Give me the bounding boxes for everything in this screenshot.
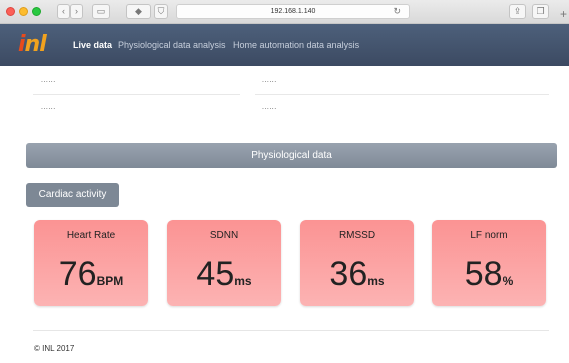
placeholder-value: ......	[262, 77, 277, 84]
cardiac-activity-button[interactable]: Cardiac activity	[26, 183, 119, 207]
card-unit: BPM	[96, 274, 124, 288]
divider	[33, 94, 240, 95]
card-title: Heart Rate	[66, 230, 116, 241]
footer-divider	[33, 330, 549, 331]
metric-card-sdnn: SDNN 45ms	[167, 220, 281, 306]
placeholder-value: ......	[41, 77, 56, 84]
forward-button[interactable]: ›	[70, 4, 83, 19]
metric-card-lf-norm: LF norm 58%	[432, 220, 546, 306]
card-value: 76BPM	[58, 255, 124, 293]
card-value: 36ms	[329, 255, 385, 293]
card-value: 58%	[464, 255, 514, 293]
new-tab-icon[interactable]: +	[560, 8, 567, 20]
card-unit: %	[502, 274, 514, 288]
card-title: LF norm	[470, 230, 508, 241]
card-unit: ms	[367, 274, 385, 288]
card-title: RMSSD	[338, 230, 376, 241]
card-title: SDNN	[209, 230, 239, 241]
back-button[interactable]: ‹	[57, 4, 70, 19]
address-bar[interactable]: 192.168.1.140 ↻	[176, 4, 410, 19]
card-unit: ms	[234, 274, 252, 288]
zoom-window-button[interactable]	[32, 7, 41, 16]
share-icon[interactable]: ⇪	[509, 4, 526, 19]
extension-icon[interactable]: ◆	[126, 4, 151, 19]
inl-logo[interactable]: inl	[18, 32, 47, 58]
nav-physiological-data-analysis[interactable]: Physiological data analysis	[118, 40, 226, 51]
placeholder-value: ......	[262, 104, 277, 111]
nav-home-automation-data-analysis[interactable]: Home automation data analysis	[233, 40, 359, 51]
reload-icon[interactable]: ↻	[393, 5, 401, 18]
address-text: 192.168.1.140	[270, 8, 316, 15]
close-window-button[interactable]	[6, 7, 15, 16]
placeholder-value: ......	[41, 104, 56, 111]
tabs-icon[interactable]: ❐	[532, 4, 549, 19]
card-value: 45ms	[196, 255, 252, 293]
sidebar-icon[interactable]: ▭	[92, 4, 110, 19]
shield-icon[interactable]: ⛉	[154, 4, 168, 19]
footer-copyright: © INL 2017	[34, 344, 75, 353]
browser-toolbar: ‹ › ▭ ◆ ⛉ 192.168.1.140 ↻ ⇪ ❐ +	[0, 0, 569, 24]
metric-card-heart-rate: Heart Rate 76BPM	[34, 220, 148, 306]
section-header-physiological-data: Physiological data	[26, 143, 557, 168]
nav-live-data[interactable]: Live data	[73, 40, 112, 51]
navbar: inl Live data Physiological data analysi…	[0, 24, 569, 66]
minimize-window-button[interactable]	[19, 7, 28, 16]
metric-card-rmssd: RMSSD 36ms	[300, 220, 414, 306]
divider	[255, 94, 549, 95]
